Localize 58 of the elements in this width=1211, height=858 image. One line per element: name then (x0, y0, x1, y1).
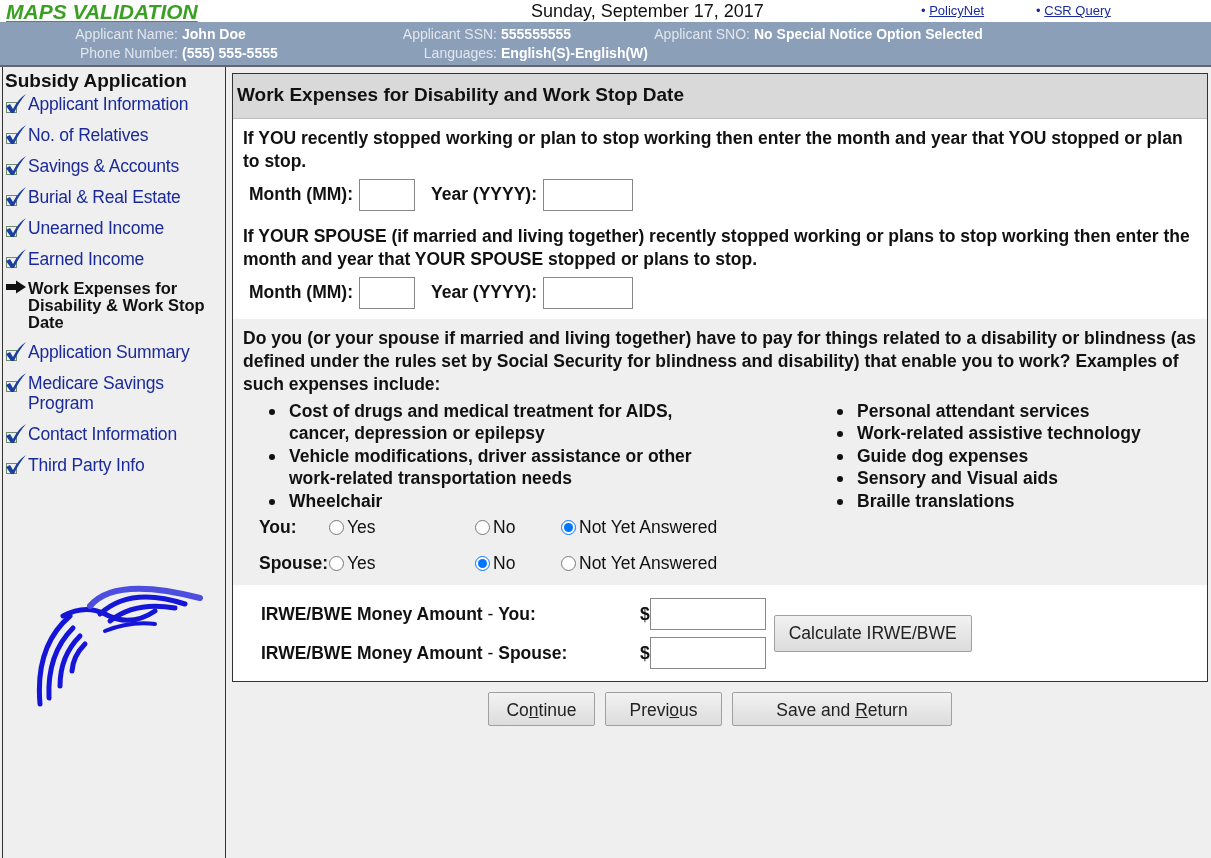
field-label: Applicant SNO: (654, 26, 750, 42)
field-label: Applicant SSN: (402, 26, 497, 42)
example-item: Vehicle modifications, driver assistance or other work-related transportation needs (289, 444, 693, 490)
sidebar-item[interactable]: Third Party Info (28, 455, 145, 475)
currency-sign: $ (640, 602, 650, 626)
answer-label: Spouse: (259, 552, 329, 576)
sidebar-item[interactable]: Application Summary (28, 342, 190, 362)
year-label: Year (YYYY): (431, 281, 537, 304)
example-item: Braille translations (857, 489, 1015, 512)
sidebar-item[interactable]: Savings & Accounts (28, 156, 180, 176)
action-button[interactable]: Continue (488, 691, 595, 726)
radio-option[interactable]: No (475, 550, 545, 577)
field-label: Languages: (423, 45, 497, 61)
amount-label: IRWE/BWE Money Amount - You: (261, 602, 537, 626)
example-item: Personal attendant services (857, 399, 1090, 422)
sidebar-item[interactable]: No. of Relatives (28, 125, 149, 145)
month-label: Month (MM): (249, 281, 353, 304)
action-button[interactable]: Save and Return (732, 691, 952, 726)
example-item: Guide dog expenses (857, 444, 1029, 467)
panel-title: Work Expenses for Disability and Work Stop Date (233, 74, 1207, 119)
year-label: Year (YYYY): (431, 183, 537, 206)
sidebar-item[interactable]: Burial & Real Estate (28, 187, 181, 207)
header-link[interactable]: • PolicyNet (921, 1, 985, 21)
example-item: Work-related assistive technology (857, 422, 1141, 445)
sidebar-item[interactable]: Work Expenses for Disability & Work Stop Date (28, 280, 205, 331)
field-value: John Doe (182, 26, 246, 42)
answer-label: You: (259, 516, 298, 539)
field-label: Phone Number: (79, 45, 178, 61)
example-item: Sensory and Visual aids (857, 467, 1058, 490)
sidebar-item[interactable]: Unearned Income (28, 218, 165, 238)
sidebar-item[interactable]: Earned Income (28, 249, 145, 269)
action-button[interactable]: Previous (605, 691, 722, 726)
radio-option[interactable]: No (475, 514, 545, 541)
app-title: MAPS VALIDATION (6, 0, 199, 22)
field-value: No Special Notice Option Selected (754, 26, 983, 42)
question-text: Do you (or your spouse if married and living together) have to pay for things related to a disability or blindness (as defined under the rules set by Social Security for blindness and disability) that enable you to work? Examples of such expenses include: (243, 326, 1197, 396)
calculate-button[interactable]: Calculate IRWE/BWE (773, 615, 972, 652)
sidebar-title: Subsidy Application (5, 71, 188, 90)
radio-option[interactable]: Yes (329, 514, 459, 541)
example-item: Wheelchair (289, 489, 383, 512)
field-value: 555555555 (501, 26, 572, 42)
field-label: Applicant Name: (75, 26, 178, 42)
sidebar-item[interactable]: Medicare Savings Program (28, 373, 223, 413)
field-value: English(S)-English(W) (501, 45, 648, 61)
radio-option[interactable]: Not Yet Answered (561, 550, 718, 577)
currency-sign: $ (640, 641, 650, 665)
example-item: Cost of drugs and medical treatment for AIDS, cancer, depression or epilepsy (289, 399, 674, 445)
field-value: (555) 555-5555 (182, 45, 278, 61)
question-text: If YOU recently stopped working or plan to stop working then enter the month and year that YOU stopped or plan to stop. (242, 126, 1184, 173)
sidebar-item[interactable]: Contact Information (28, 424, 177, 444)
month-label: Month (MM): (249, 183, 353, 206)
radio-option[interactable]: Not Yet Answered (561, 514, 718, 541)
question-text: If YOUR SPOUSE (if married and living together) recently stopped working or plans to stop working then enter the month and year that YOUR SPOUSE stopped or plans to stop. (242, 224, 1191, 271)
header-link[interactable]: • CSR Query (1036, 1, 1111, 21)
amount-label: IRWE/BWE Money Amount - Spouse: (261, 641, 569, 665)
date-text: Sunday, September 17, 2017 (531, 0, 765, 23)
radio-option[interactable]: Yes (329, 550, 459, 577)
sidebar-item[interactable]: Applicant Information (28, 94, 189, 114)
